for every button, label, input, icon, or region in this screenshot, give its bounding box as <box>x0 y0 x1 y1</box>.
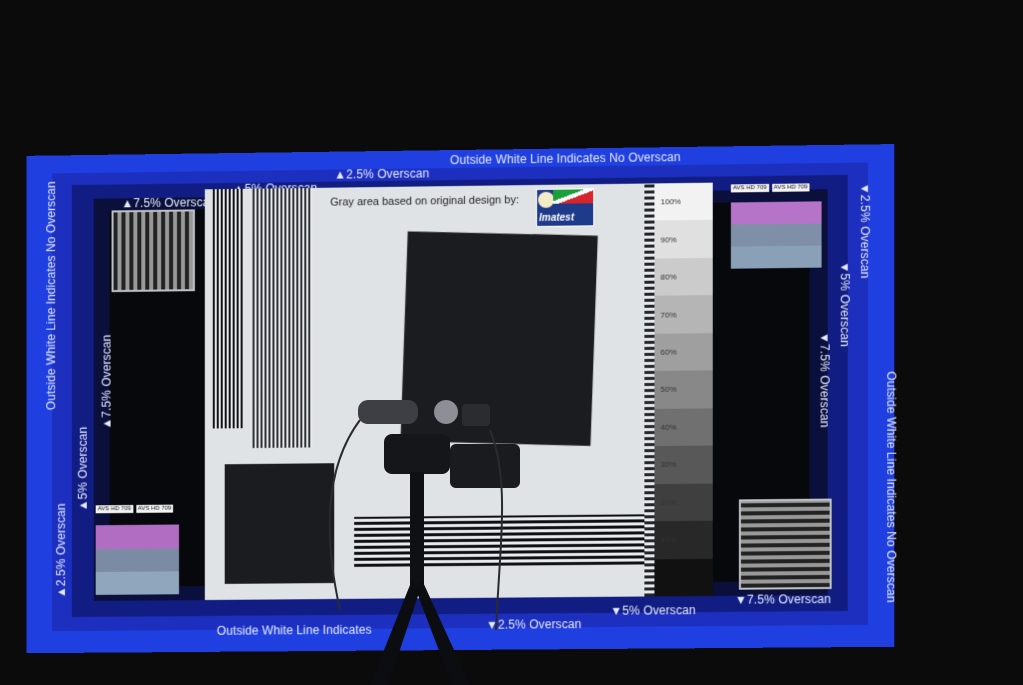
label-right-7-5: ▼7.5% Overscan <box>817 331 832 428</box>
tripod-head <box>384 434 450 474</box>
gs-step-40: 40% <box>654 408 713 447</box>
label-bottom-5: ▼5% Overscan <box>610 603 696 618</box>
label-top-2-5: ▲2.5% Overscan <box>334 166 430 182</box>
gs-step-70: 70% <box>654 295 713 334</box>
color-swatch-top-right <box>730 201 822 269</box>
label-right-2-5: ▼2.5% Overscan <box>857 182 873 279</box>
avs-tag: AVS HD 709 <box>771 183 810 192</box>
color-swatch-bottom-left <box>95 524 180 595</box>
label-left-no-overscan: Outside White Line Indicates No Overscan <box>44 181 59 411</box>
vertical-stripe-block <box>212 188 243 429</box>
corner-grid-top-left <box>111 209 195 293</box>
gs-step-100: 100% <box>654 182 713 221</box>
gs-step-80: 80% <box>654 257 713 297</box>
camera-body <box>358 400 418 424</box>
camera-lens <box>434 400 458 424</box>
accessory-block <box>450 444 520 488</box>
gs-step-30: 30% <box>654 445 713 484</box>
flag-icon <box>553 189 594 204</box>
gs-step-10: 10% <box>654 520 713 559</box>
sun-icon <box>538 191 555 208</box>
grayscale-ramp: 100% 90% 80% 70% 60% 50% 40% 30% 20% 10% <box>654 182 713 597</box>
avs-tag: AVS HD 709 <box>135 504 174 513</box>
label-right-no-overscan: Outside White Line Indicates No Overscan <box>884 371 899 603</box>
corner-grid-bottom-right <box>738 498 832 590</box>
cable <box>328 419 361 611</box>
gs-step-90: 90% <box>654 220 713 259</box>
tripod-column <box>410 472 424 592</box>
tripod-camera-silhouette <box>328 400 520 685</box>
label-left-5: ▲5% Overscan <box>75 426 90 512</box>
label-right-5: ▼5% Overscan <box>837 261 852 347</box>
avs-tags-bottom-left: AVS HD 709 AVS HD 709 <box>95 504 174 514</box>
light-meter <box>462 404 490 426</box>
label-left-2-5: ▲2.5% Overscan <box>54 503 68 599</box>
imatest-logo: Imatest <box>536 188 595 228</box>
gs-step-50: 50% <box>654 370 713 409</box>
imatest-logo-text: Imatest <box>539 212 575 224</box>
label-top-7-5: ▲7.5% Overscan <box>121 195 217 211</box>
label-bottom-7-5: ▼7.5% Overscan <box>734 592 831 607</box>
tripod-leg-left <box>370 580 420 685</box>
gs-step-20: 20% <box>654 483 713 522</box>
avs-tags-top-right: AVS HD 709 AVS HD 709 <box>730 183 810 193</box>
gs-step-60: 60% <box>654 332 713 372</box>
gray-area-title: Gray area based on original design by: <box>330 194 519 209</box>
avs-tag: AVS HD 709 <box>730 183 769 193</box>
tripod-leg-right <box>416 580 470 685</box>
avs-tag: AVS HD 709 <box>95 504 133 514</box>
photo-scene: Outside White Line Indicates No Overscan… <box>0 0 1023 685</box>
gs-step-0 <box>654 558 713 597</box>
label-left-7-5: ▲7.5% Overscan <box>99 334 114 430</box>
